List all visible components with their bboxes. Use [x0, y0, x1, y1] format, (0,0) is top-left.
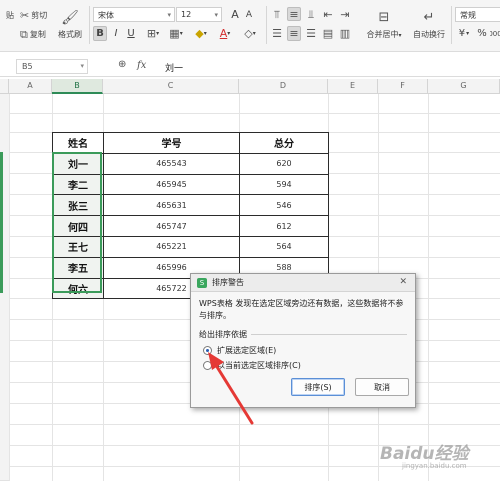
- watermark-subtext: jingyan.baidu.com: [402, 462, 467, 470]
- watermark-text: Baidu经验: [380, 444, 469, 464]
- annotation-arrow: [208, 352, 254, 425]
- arrow-head: [208, 352, 224, 370]
- arrow-shaft: [212, 360, 254, 425]
- baidu-watermark: Baidu经验 jingyan.baidu.com: [380, 437, 495, 477]
